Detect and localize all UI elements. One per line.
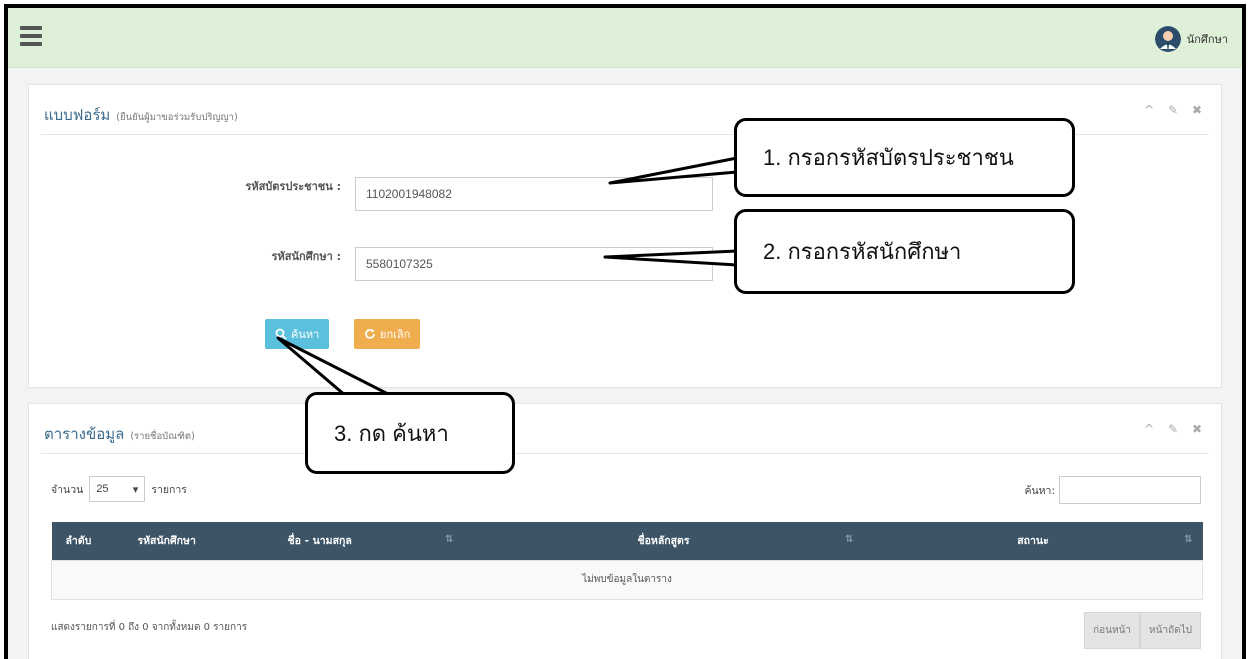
callout-step-2: 2. กรอกรหัสนักศึกษา: [734, 209, 1075, 294]
table-search: ค้นหา:: [1024, 476, 1201, 504]
callout-step-1: 1. กรอกรหัสบัตรประชาชน: [734, 118, 1075, 197]
sort-icon: ⇅: [845, 534, 854, 545]
table-panel: ตารางข้อมูล (รายชื่อบัณฑิต) ^ ✎ ✖ จำนวน 2…: [28, 403, 1222, 659]
column-header-student-id[interactable]: รหัสนักศึกษา: [123, 522, 274, 560]
app-frame: นักศึกษา แบบฟอร์ม (ยืนยันผู้มาขอร่วมรับปร…: [4, 4, 1246, 659]
column-header-order[interactable]: ลำดับ: [51, 522, 124, 560]
cancel-button-label: ยกเลิก: [380, 328, 411, 341]
data-table: ลำดับ รหัสนักศึกษา ชื่อ - นามสกุล ⇅ ชื่อห…: [51, 522, 1203, 600]
callout-step-3: 3. กด ค้นหา: [305, 392, 515, 474]
next-page-button[interactable]: หน้าถัดไป: [1140, 612, 1201, 649]
column-header-name[interactable]: ชื่อ - นามสกุล ⇅: [273, 522, 464, 560]
caret-down-icon: ▾: [132, 483, 139, 496]
top-navbar: นักศึกษา: [8, 8, 1242, 68]
form-panel-title: แบบฟอร์ม (ยืนยันผู้มาขอร่วมรับปริญญา): [44, 106, 238, 124]
table-search-input[interactable]: [1059, 476, 1201, 504]
column-header-status[interactable]: สถานะ ⇅: [863, 522, 1203, 560]
search-button-label: ค้นหา: [291, 328, 320, 341]
sort-icon: ⇅: [1184, 534, 1193, 545]
page-length-select[interactable]: 25 ▾: [89, 476, 146, 502]
table-panel-header: ตารางข้อมูล (รายชื่อบัณฑิต) ^ ✎ ✖: [41, 404, 1209, 454]
form-panel-subtitle: (ยืนยันผู้มาขอร่วมรับปริญญา): [116, 112, 238, 123]
table-panel-tools: ^ ✎ ✖: [1144, 422, 1207, 436]
form-panel-tools: ^ ✎ ✖: [1144, 103, 1207, 117]
table-panel-title: ตารางข้อมูล (รายชื่อบัณฑิต): [44, 425, 195, 443]
search-button[interactable]: ค้นหา: [265, 319, 330, 349]
empty-table-message: ไม่พบข้อมูลในตาราง: [51, 559, 1203, 600]
length-prefix: จำนวน: [51, 483, 84, 496]
student-id-input[interactable]: [355, 247, 713, 281]
table-header-row: ลำดับ รหัสนักศึกษา ชื่อ - นามสกุล ⇅ ชื่อห…: [51, 522, 1203, 560]
table-search-label: ค้นหา:: [1024, 484, 1055, 497]
page-length-control: จำนวน 25 ▾ รายการ: [51, 476, 187, 502]
id-card-label: รหัสบัตรประชาชน :: [245, 180, 341, 193]
settings-icon[interactable]: ✎: [1168, 103, 1183, 117]
user-avatar-icon: [1154, 26, 1181, 52]
table-row: ไม่พบข้อมูลในตาราง: [51, 559, 1203, 600]
settings-icon[interactable]: ✎: [1168, 422, 1183, 436]
previous-page-button[interactable]: ก่อนหน้า: [1084, 612, 1141, 649]
refresh-icon: [365, 329, 375, 339]
user-name: นักศึกษา: [1186, 33, 1228, 46]
table-panel-subtitle: (รายชื่อบัณฑิต): [130, 431, 195, 442]
hamburger-icon[interactable]: [20, 26, 42, 46]
collapse-icon[interactable]: ^: [1144, 422, 1159, 436]
pagination: ก่อนหน้า หน้าถัดไป: [1084, 612, 1201, 649]
table-info: แสดงรายการที่ 0 ถึง 0 จากทั้งหมด 0 รายกา…: [51, 622, 248, 633]
column-header-program[interactable]: ชื่อหลักสูตร ⇅: [463, 522, 864, 560]
cancel-button[interactable]: ยกเลิก: [354, 319, 421, 349]
search-icon: [275, 328, 287, 340]
sort-icon: ⇅: [445, 534, 454, 545]
close-icon[interactable]: ✖: [1192, 103, 1207, 117]
id-card-input[interactable]: [355, 177, 713, 211]
user-menu[interactable]: นักศึกษา: [1154, 26, 1228, 52]
close-icon[interactable]: ✖: [1192, 422, 1207, 436]
collapse-icon[interactable]: ^: [1144, 103, 1159, 117]
length-suffix: รายการ: [151, 483, 187, 496]
student-id-label: รหัสนักศึกษา :: [271, 250, 341, 263]
